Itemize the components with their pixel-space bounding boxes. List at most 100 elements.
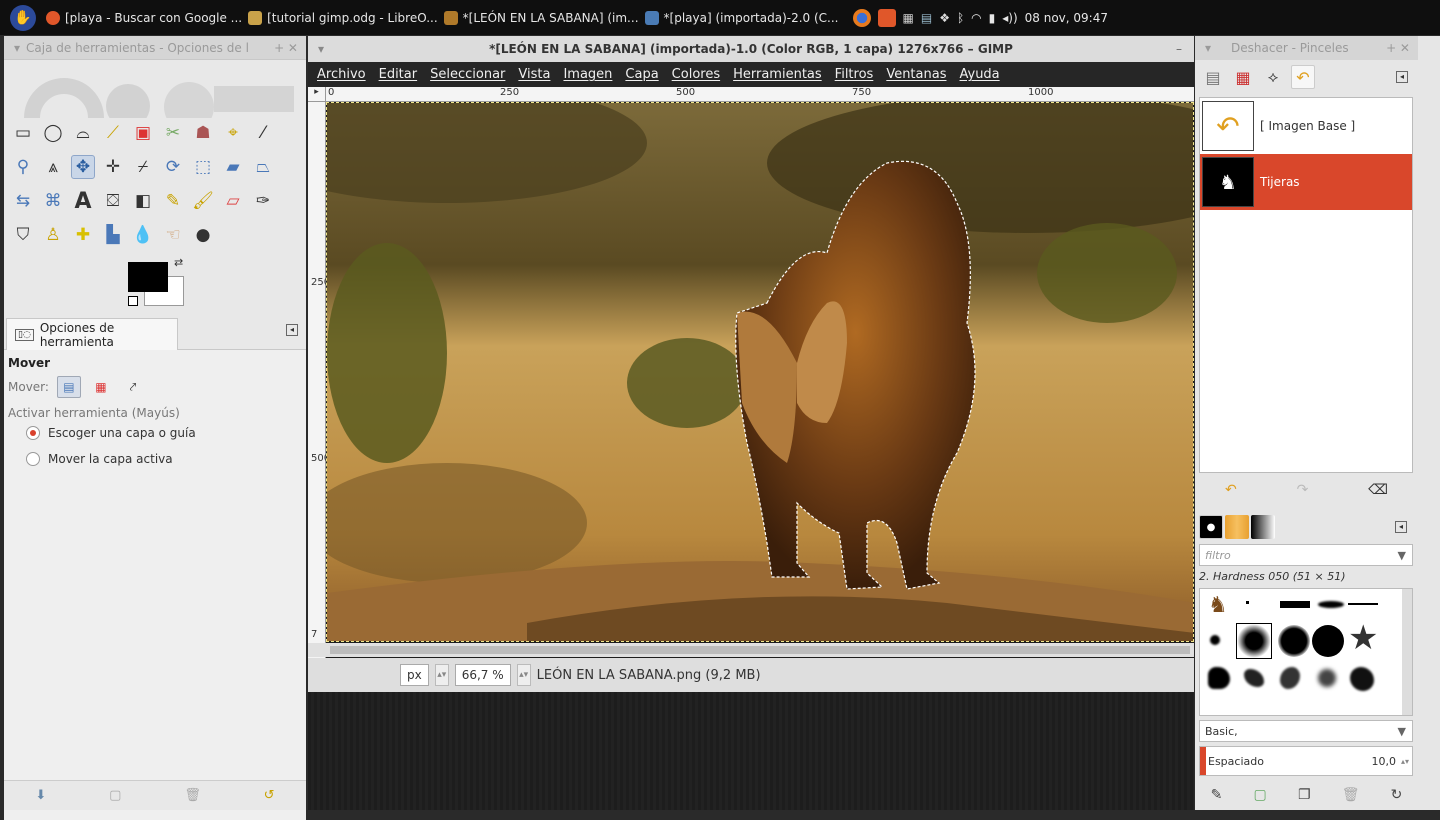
tab-layers[interactable]: ▤ (1201, 65, 1225, 89)
dodge-burn-tool[interactable]: ● (188, 218, 218, 252)
spacing-slider[interactable]: Espaciado 10,0 ▴▾ (1199, 746, 1413, 776)
move-path-button[interactable]: ⤤ (121, 376, 145, 398)
radio-pick-layer[interactable]: Escoger una capa o guía (26, 426, 302, 440)
undo-icon[interactable]: ↶ (1225, 482, 1237, 498)
brush-hardness-025[interactable] (1210, 635, 1220, 645)
brush-grunge-4[interactable] (1318, 669, 1336, 687)
scrollbar-thumb[interactable] (330, 646, 1190, 654)
radio-button[interactable] (26, 426, 40, 440)
perspective-clone-tool[interactable]: ▙ (98, 218, 128, 252)
brush-grunge-2[interactable] (1244, 669, 1264, 687)
ubuntu-menu-icon[interactable]: ✋ (10, 4, 36, 31)
color-picker-tool[interactable]: ⁄ (248, 116, 278, 150)
tab-paths[interactable]: ⟡ (1261, 65, 1285, 89)
dropdown-icon[interactable]: ▼ (1398, 549, 1406, 562)
brush-lion[interactable]: ♞ (1208, 593, 1228, 618)
brush-filter-input[interactable]: filtro ▼ (1199, 544, 1413, 566)
pencil-tool[interactable]: ✎ (158, 184, 188, 218)
menu-vista[interactable]: Vista (518, 67, 550, 82)
paintbrush-tool[interactable]: 🖌 (188, 184, 218, 218)
eraser-tool[interactable]: ▱ (218, 184, 248, 218)
brush-line-thick[interactable] (1280, 601, 1310, 608)
reset-options-icon[interactable]: ↺ (264, 788, 275, 803)
radio-move-active-layer[interactable]: Mover la capa activa (26, 452, 302, 466)
tab-channels[interactable]: ▦ (1231, 65, 1255, 89)
rect-select-tool[interactable]: ▭ (8, 116, 38, 150)
brush-hardness-050[interactable] (1236, 623, 1272, 659)
brush-grid[interactable]: ♞ ★ (1199, 588, 1413, 716)
brush-grunge-1[interactable] (1208, 667, 1230, 689)
task-gimp-lion[interactable]: *[LEÓN EN LA SABANA] (im... (443, 10, 639, 25)
shear-tool[interactable]: ▰ (218, 150, 248, 184)
spinner-icon[interactable]: ▴▾ (1401, 757, 1409, 766)
close-icon[interactable]: + ✕ (274, 41, 298, 55)
wifi-icon[interactable]: ◠ (971, 11, 981, 25)
radio-button[interactable] (26, 452, 40, 466)
foreground-color[interactable] (128, 262, 168, 292)
clock[interactable]: 08 nov, 09:47 (1025, 11, 1108, 25)
tab-tool-options[interactable]: ▯◌ Opciones de herramienta (6, 318, 178, 350)
close-icon[interactable]: + ✕ (1386, 41, 1410, 55)
swap-colors-icon[interactable]: ⇄ (174, 256, 183, 269)
minimize-icon[interactable]: – (1176, 42, 1182, 56)
brush-preset-select[interactable]: Basic, ▼ (1199, 720, 1413, 742)
perspective-tool[interactable]: ⏢ (248, 150, 278, 184)
horizontal-scrollbar[interactable] (326, 643, 1194, 657)
refresh-brushes-icon[interactable]: ↻ (1391, 787, 1403, 803)
crop-tool[interactable]: ⌿ (128, 150, 158, 184)
move-layer-button[interactable]: ▤ (56, 376, 81, 398)
blend-tool[interactable]: ◧ (128, 184, 158, 218)
brush-grunge-3[interactable] (1280, 667, 1300, 689)
tab-menu-icon[interactable]: ◂ (1395, 521, 1407, 533)
battery-icon[interactable]: ▮ (989, 11, 996, 25)
brush-line-thin[interactable] (1348, 603, 1378, 605)
undo-item-base[interactable]: ↶ [ Imagen Base ] (1200, 98, 1412, 154)
task-libreoffice[interactable]: [tutorial gimp.odg - LibreO... (248, 10, 438, 25)
zoom-tool[interactable]: ⚲ (8, 150, 38, 184)
clone-tool[interactable]: ♙ (38, 218, 68, 252)
align-tool[interactable]: ✛ (98, 150, 128, 184)
delete-brush-icon[interactable]: 🗑 (1342, 787, 1360, 803)
ruler-horizontal[interactable]: 0 250 500 750 1000 (326, 87, 1194, 102)
move-selection-button[interactable]: ▦ (89, 376, 113, 398)
bluetooth-icon[interactable]: ᛒ (957, 11, 964, 25)
unit-spinner-icon[interactable]: ▴▾ (434, 664, 449, 686)
menu-herramientas[interactable]: Herramientas (733, 67, 822, 82)
tab-brushes[interactable]: ● (1199, 515, 1223, 539)
duplicate-brush-icon[interactable]: ❐ (1298, 787, 1311, 803)
save-options-icon[interactable]: ⬇ (35, 788, 46, 803)
blur-tool[interactable]: 💧 (128, 218, 158, 252)
tab-menu-icon[interactable]: ◂ (286, 324, 298, 336)
ink-tool[interactable]: ⛉ (8, 218, 38, 252)
menu-filtros[interactable]: Filtros (835, 67, 874, 82)
undo-item-scissors[interactable]: ♞ Tijeras (1200, 154, 1412, 210)
navigate-icon[interactable] (308, 643, 326, 657)
tab-patterns[interactable] (1225, 515, 1249, 539)
window-menu-icon[interactable]: ▾ (318, 42, 324, 56)
task-gimp-beach[interactable]: *[playa] (importada)-2.0 (C... (644, 10, 839, 25)
new-brush-icon[interactable]: ▢ (1254, 787, 1267, 803)
menu-imagen[interactable]: Imagen (563, 67, 612, 82)
quick-mask-toggle[interactable]: ▸ (308, 87, 326, 102)
brush-star[interactable]: ★ (1348, 619, 1378, 657)
move-tool[interactable]: ✥ (68, 150, 98, 184)
zoom-field[interactable]: 66,7 % (454, 664, 511, 686)
zoom-spinner-icon[interactable]: ▴▾ (516, 664, 531, 686)
menu-editar[interactable]: Editar (379, 67, 418, 82)
scale-tool[interactable]: ⬚ (188, 150, 218, 184)
menu-ayuda[interactable]: Ayuda (959, 67, 999, 82)
dropbox-icon[interactable]: ❖ (939, 11, 950, 25)
free-select-tool[interactable]: ⌓ (68, 116, 98, 150)
brush-dot-small[interactable] (1246, 601, 1249, 604)
bucket-fill-tool[interactable]: ⛋ (98, 184, 128, 218)
brush-grunge-5[interactable] (1350, 667, 1374, 691)
paths-tool[interactable]: ⌖ (218, 116, 248, 150)
brush-hardness-100[interactable] (1312, 625, 1344, 657)
rotate-tool[interactable]: ⟳ (158, 150, 188, 184)
scissors-tool[interactable]: ✂ (158, 116, 188, 150)
smudge-tool[interactable]: ☜ (158, 218, 188, 252)
image-canvas[interactable] (326, 102, 1194, 642)
brush-line-soft[interactable] (1318, 601, 1344, 608)
default-colors-icon[interactable] (128, 296, 138, 306)
text-tool[interactable]: A (68, 184, 98, 218)
